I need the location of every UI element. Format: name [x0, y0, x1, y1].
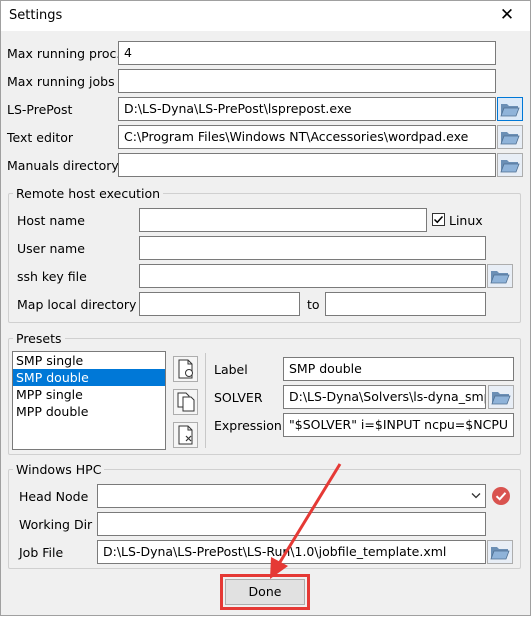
preset-item-mpp-single[interactable]: MPP single	[13, 386, 165, 403]
text-editor-browse-button[interactable]	[497, 125, 523, 149]
linux-checkbox[interactable]	[432, 213, 445, 226]
text-editor-label: Text editor	[7, 130, 74, 145]
job-file-label: Job File	[19, 545, 64, 560]
delete-file-icon	[178, 425, 192, 445]
chevron-down-icon[interactable]	[471, 492, 481, 500]
manuals-directory-field[interactable]	[118, 153, 496, 177]
delete-preset-button[interactable]	[173, 422, 198, 448]
user-name-label: User name	[17, 241, 85, 256]
max-running-jobs-field[interactable]	[118, 69, 496, 93]
solver-label: SOLVER	[214, 390, 263, 405]
host-name-label: Host name	[17, 213, 85, 228]
folder-open-icon	[490, 271, 510, 284]
host-name-field[interactable]	[139, 208, 427, 232]
max-running-proc-label: Max running proc.	[7, 46, 121, 61]
copy-icon	[177, 392, 194, 412]
manuals-directory-label: Manuals directory	[7, 158, 119, 173]
ssh-key-file-label: ssh key file	[17, 269, 87, 284]
job-file-field[interactable]: D:\LS-Dyna\LS-PrePost\LS-Run\1.0\jobfile…	[97, 540, 486, 564]
done-highlight-box	[220, 574, 310, 610]
folder-open-icon	[490, 547, 510, 560]
windows-hpc-group-title: Windows HPC	[13, 462, 105, 477]
presets-separator	[205, 353, 206, 448]
folder-open-icon	[500, 132, 520, 145]
window-title: Settings	[9, 8, 63, 23]
check-circle-icon[interactable]	[491, 486, 511, 506]
preset-item-smp-single[interactable]: SMP single	[13, 352, 165, 369]
ls-prepost-browse-button[interactable]	[497, 97, 523, 121]
job-file-browse-button[interactable]	[487, 540, 513, 564]
remote-host-group-title: Remote host execution	[13, 186, 164, 201]
ssh-key-file-browse-button[interactable]	[487, 264, 513, 288]
working-dir-field[interactable]	[97, 512, 486, 536]
expression-label: Expression	[214, 418, 282, 433]
ls-prepost-field[interactable]: D:\LS-Dyna\LS-PrePost\lsprepost.exe	[118, 97, 496, 121]
head-node-select[interactable]	[97, 484, 486, 508]
map-local-directory-field[interactable]	[139, 292, 300, 316]
working-dir-label: Working Dir	[19, 517, 93, 532]
map-to-label: to	[307, 297, 320, 312]
ssh-key-file-field[interactable]	[139, 264, 486, 288]
preset-item-smp-double[interactable]: SMP double	[13, 369, 165, 386]
text-editor-field[interactable]: C:\Program Files\Windows NT\Accessories\…	[118, 125, 496, 149]
preset-label-label: Label	[214, 362, 248, 377]
presets-list[interactable]: SMP single SMP double MPP single MPP dou…	[12, 351, 166, 450]
manuals-directory-browse-button[interactable]	[497, 153, 523, 177]
copy-preset-button[interactable]	[173, 389, 198, 415]
folder-open-icon	[491, 392, 511, 405]
map-local-directory-label: Map local directory	[17, 297, 137, 312]
checkmark-icon	[433, 215, 444, 224]
new-preset-button[interactable]	[173, 356, 198, 382]
preset-item-mpp-double[interactable]: MPP double	[13, 403, 165, 420]
presets-group-title: Presets	[13, 331, 65, 346]
linux-label: Linux	[449, 213, 483, 228]
solver-field[interactable]: D:\LS-Dyna\Solvers\ls-dyna_smp_s	[283, 385, 486, 409]
user-name-field[interactable]	[139, 236, 486, 260]
preset-label-field[interactable]: SMP double	[283, 357, 514, 381]
new-file-icon	[178, 359, 193, 379]
folder-open-icon	[500, 160, 520, 173]
solver-browse-button[interactable]	[488, 385, 514, 409]
head-node-label: Head Node	[19, 489, 89, 504]
close-button[interactable]: ✕	[484, 1, 530, 31]
settings-window: Settings ✕ Max running proc. 4 Max runni…	[0, 0, 531, 616]
title-bar: Settings ✕	[1, 1, 530, 31]
ls-prepost-label: LS-PrePost	[7, 102, 73, 117]
map-to-field[interactable]	[325, 292, 486, 316]
folder-open-icon	[500, 104, 520, 117]
expression-field[interactable]: "$SOLVER" i=$INPUT ncpu=$NCPU me	[283, 413, 514, 437]
max-running-jobs-label: Max running jobs	[7, 74, 115, 89]
max-running-proc-field[interactable]: 4	[118, 41, 496, 65]
